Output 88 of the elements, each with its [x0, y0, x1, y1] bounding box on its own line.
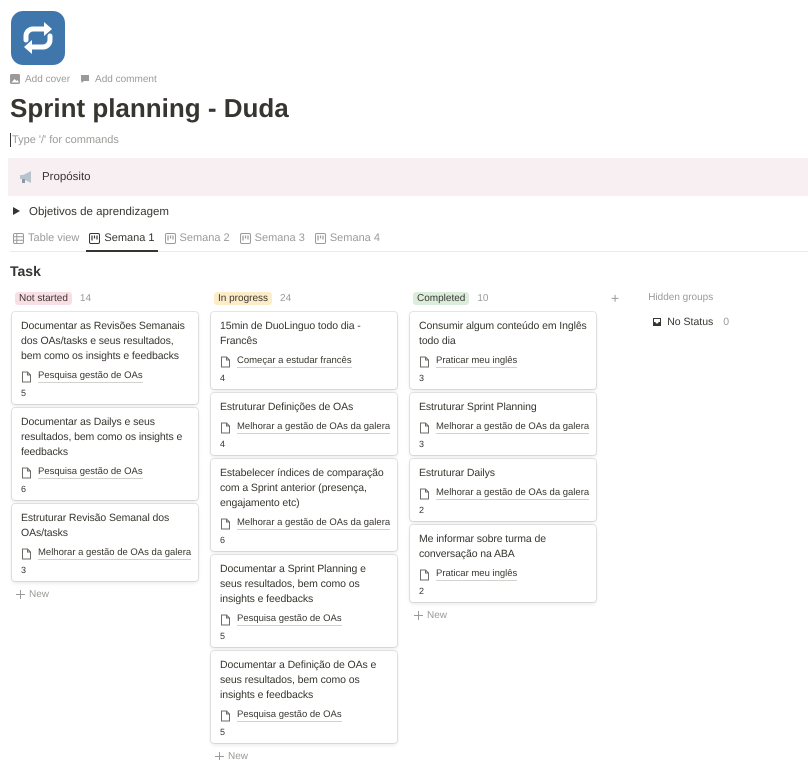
card-number: 2 [419, 505, 426, 515]
relation-link[interactable]: Pesquisa gestão de OAs [38, 370, 143, 383]
card-number: 6 [21, 484, 28, 494]
card-number: 5 [220, 727, 226, 737]
card-number: 6 [220, 535, 226, 545]
page-icon [21, 466, 32, 478]
task-card[interactable]: Estruturar Dailys Melhorar a gestão de OAs da galera 2 [410, 459, 596, 521]
group-count: 14 [80, 292, 92, 304]
task-card[interactable]: Me informar sobre turma de conversação na ABA Praticar meu inglês 2 [410, 525, 596, 602]
card-number: 4 [220, 373, 226, 383]
comment-icon [80, 74, 90, 84]
relation-link[interactable]: Praticar meu inglês [436, 355, 518, 368]
plus-icon [16, 590, 25, 599]
board-icon [164, 232, 176, 244]
relation-link[interactable]: Pesquisa gestão de OAs [38, 466, 143, 479]
card-number: 5 [21, 388, 28, 398]
image-icon [10, 74, 20, 84]
board-title: Task [10, 262, 42, 280]
task-card[interactable]: Documentar a Sprint Planning e seus resultados, bem como os insights e feedbacks Pesquisa gestão de OAs 5 [211, 555, 397, 647]
card-title: Me informar sobre turma de conversação na ABA [419, 532, 547, 562]
card-title: Documentar a Sprint Planning e seus resultados, bem como os insights e feedbacks [220, 562, 367, 607]
hidden-groups-label: Hidden groups [648, 291, 714, 305]
card-number: 5 [220, 631, 226, 641]
status-tag: Completed [413, 292, 470, 304]
board-icon [89, 232, 100, 244]
page-icon [220, 614, 231, 626]
plus-icon [215, 752, 224, 760]
table-icon [13, 232, 24, 244]
relation-link[interactable]: Melhorar a gestão de OAs da galera [436, 421, 590, 434]
task-card[interactable]: Documentar a Definição de OAs e seus resultados, bem como os insights e feedbacks Pesquisa gestão de OAs 5 [211, 651, 397, 743]
status-tag: In progress [214, 292, 272, 304]
page-icon [419, 356, 430, 368]
repeat-icon [10, 10, 66, 66]
card-title: Consumir algum conteúdo em Inglês todo dia [419, 319, 588, 349]
card-title: Estruturar Sprint Planning [419, 400, 538, 415]
task-card[interactable]: Documentar as Dailys e seus resultados, bem como os insights e feedbacks Pesquisa gestão de OAs 6 [12, 408, 198, 500]
task-card[interactable]: Estruturar Definições de OAs Melhorar a gestão de OAs da galera 4 [211, 393, 397, 455]
plus-icon [414, 611, 423, 620]
relation-link[interactable]: Pesquisa gestão de OAs [237, 709, 342, 722]
page-icon [419, 488, 430, 500]
status-tag: Not started [15, 292, 72, 304]
callout-text: Propósito [42, 171, 91, 183]
card-number: 4 [220, 439, 226, 449]
group-count: 24 [280, 292, 292, 304]
relation-link[interactable]: Melhorar a gestão de OAs da galera [38, 547, 192, 560]
page-icon [220, 422, 231, 434]
page-icon [21, 548, 32, 560]
card-title: Estruturar Definições de OAs [220, 400, 354, 415]
relation-link[interactable]: Melhorar a gestão de OAs da galera [237, 517, 390, 530]
task-card[interactable]: Estabelecer índices de comparação com a Sprint anterior (presença, engajamento etc) Melhorar a gestão de OAs da galera 6 [211, 459, 397, 551]
task-card[interactable]: 15min de DuoLinguo todo dia - Francês Começar a estudar francês 4 [211, 312, 397, 389]
card-number: 3 [419, 373, 426, 383]
card-number: 3 [419, 439, 426, 449]
page-icon [419, 568, 430, 580]
relation-link[interactable]: Melhorar a gestão de OAs da galera [237, 421, 390, 434]
hidden-group-label[interactable]: No Status [667, 316, 714, 328]
card-title: Estabelecer índices de comparação com a Sprint anterior (presença, engajamento etc) [220, 466, 385, 511]
toggle-label: Objetivos de aprendizagem [29, 206, 169, 218]
relation-link[interactable]: Melhorar a gestão de OAs da galera [436, 487, 590, 500]
task-card[interactable]: Consumir algum conteúdo em Inglês todo dia Praticar meu inglês 3 [410, 312, 596, 389]
card-title: Estruturar Dailys [419, 466, 496, 481]
board-icon [314, 232, 326, 244]
page-icon [21, 370, 32, 382]
relation-link[interactable]: Começar a estudar francês [237, 355, 352, 368]
group-count: 10 [477, 292, 488, 304]
card-title: Estruturar Revisão Semanal dos OAs/tasks [21, 511, 170, 541]
group-count: 0 [723, 316, 730, 328]
page-icon [220, 518, 231, 530]
card-number: 3 [21, 565, 28, 575]
card-title: 15min de DuoLinguo todo dia - Francês [220, 319, 362, 349]
toggle-arrow[interactable] [13, 207, 20, 217]
card-number: 2 [419, 586, 426, 596]
megaphone-icon [18, 170, 34, 184]
card-title: Documentar a Definição de OAs e seus resultados, bem como os insights e feedbacks [220, 658, 378, 703]
task-card[interactable]: Estruturar Revisão Semanal dos OAs/tasks Melhorar a gestão de OAs da galera 3 [12, 504, 198, 581]
inbox-icon [652, 317, 662, 327]
board-icon [240, 232, 251, 244]
card-title: Documentar as Dailys e seus resultados, bem como os insights e feedbacks [21, 415, 184, 460]
page-title: Sprint planning - Duda [10, 92, 290, 124]
page-icon [419, 422, 430, 434]
task-card[interactable]: Documentar as Revisões Semanais dos OAs/tasks e seus resultados, bem como os insights e feedbacks Pesquisa gestão de OAs 5 [12, 312, 198, 404]
view-tab[interactable]: Semana 1 [86, 228, 158, 252]
page-icon [220, 710, 231, 722]
task-card[interactable]: Estruturar Sprint Planning Melhorar a gestão de OAs da galera 3 [410, 393, 596, 455]
page-icon [220, 356, 231, 368]
relation-link[interactable]: Pesquisa gestão de OAs [237, 613, 342, 626]
relation-link[interactable]: Praticar meu inglês [436, 568, 518, 581]
card-title: Documentar as Revisões Semanais dos OAs/tasks e seus resultados, bem como os insights e feedbacks [21, 319, 186, 364]
